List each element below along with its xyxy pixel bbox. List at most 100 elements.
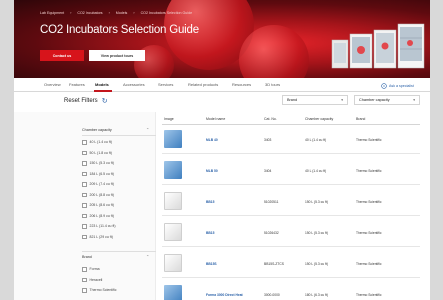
- checkbox[interactable]: [82, 150, 87, 155]
- tab-resources[interactable]: Resources: [232, 82, 251, 87]
- tab-features[interactable]: Features: [69, 82, 85, 87]
- option-label: Forma: [89, 267, 100, 272]
- facet-title-capacity[interactable]: Chamber capacity: [82, 128, 112, 132]
- checkbox[interactable]: [82, 288, 87, 293]
- capacity-option[interactable]: 206 L (8.9 cu ft): [82, 213, 114, 218]
- chevron-down-icon: ▾: [341, 98, 343, 102]
- view-product-tours-button[interactable]: View product tours: [89, 50, 145, 61]
- ask-specialist-label: Ask a specialist: [389, 84, 414, 88]
- contact-us-button[interactable]: Contact us: [40, 50, 84, 61]
- capacity-option[interactable]: 205 L (8.6 cu ft): [82, 203, 114, 208]
- product-thumbnail[interactable]: [164, 192, 182, 210]
- model-name-link[interactable]: BB15: [206, 200, 214, 204]
- capacity-option[interactable]: 40 L (1.4 cu ft): [82, 140, 112, 145]
- brand-option[interactable]: Forma: [82, 267, 100, 272]
- column-header-capacity[interactable]: Chamber capacity: [305, 117, 333, 121]
- tab-3d-tours[interactable]: 3D tours: [265, 82, 280, 87]
- breadcrumb-item-current: CO2 Incubators Selection Guide: [140, 11, 193, 15]
- capacity-option[interactable]: 209 L (7.4 cu ft): [82, 182, 114, 187]
- refresh-icon: ↻: [101, 98, 108, 105]
- checkbox[interactable]: [82, 267, 87, 272]
- brand-option[interactable]: Thermo Scientific: [82, 288, 117, 293]
- tab-accessories[interactable]: Accessories: [123, 82, 145, 87]
- tab-related-products[interactable]: Related products: [188, 82, 218, 87]
- product-thumbnail[interactable]: [164, 254, 182, 272]
- checkbox[interactable]: [82, 171, 87, 176]
- column-header-model[interactable]: Model name: [206, 117, 225, 121]
- capacity-option[interactable]: 200 L (8.8 cu ft): [82, 192, 114, 197]
- product-thumbnail[interactable]: [164, 161, 182, 179]
- tab-models[interactable]: Models: [95, 82, 109, 87]
- checkbox[interactable]: [82, 192, 87, 197]
- checkbox[interactable]: [82, 203, 87, 208]
- option-label: 223 L (11.4 cu ft): [89, 224, 116, 229]
- chamber-capacity: 180 L (6.3 cu ft): [305, 293, 328, 297]
- chamber-capacity-select[interactable]: Chamber capacity ▾: [354, 95, 420, 105]
- table-row[interactable]: BB15 51026432 150 L (5.3 cu ft) Thermo Scie…: [162, 219, 420, 247]
- section-tabs: Overview Features Models Accessories Ser…: [14, 78, 430, 92]
- brand-option[interactable]: Heracell: [82, 277, 102, 282]
- capacity-select-label: Chamber capacity: [359, 98, 390, 102]
- ask-specialist-link[interactable]: Ask a specialist: [381, 83, 414, 89]
- capacity-option[interactable]: 223 L (11.4 cu ft): [82, 224, 116, 229]
- option-label: 205 L (8.6 cu ft): [89, 203, 114, 208]
- model-name-link[interactable]: MLB 40: [206, 138, 218, 142]
- active-tab-indicator: [94, 90, 112, 92]
- table-row[interactable]: MLB 50 3404 40 L (1.4 cu ft) Thermo Scienti…: [162, 157, 420, 185]
- cat-no: BB15S-ZTCS: [264, 262, 284, 266]
- product-thumbnail[interactable]: [164, 285, 182, 300]
- column-header-cat-no[interactable]: Cat. No.: [264, 117, 277, 121]
- option-label: Thermo Scientific: [89, 288, 117, 293]
- model-name-link[interactable]: MLB 50: [206, 169, 218, 173]
- breadcrumb-item[interactable]: CO2 Incubators: [77, 11, 102, 15]
- hero-banner: Lab Equipment › CO2 Incubators › Models › C…: [14, 0, 430, 78]
- checkbox[interactable]: [82, 140, 87, 145]
- tab-services[interactable]: Services: [158, 82, 173, 87]
- facet-title-brand[interactable]: Brand: [82, 255, 92, 259]
- model-name-link[interactable]: Forma 3000 Direct Heat: [206, 293, 243, 297]
- checkbox[interactable]: [82, 234, 87, 239]
- model-name-link[interactable]: BB15S: [206, 262, 217, 266]
- brand: Thermo Scientific: [356, 293, 382, 297]
- capacity-option[interactable]: 50 L (1.8 cu ft): [82, 150, 112, 155]
- table-row[interactable]: MLB 40 3403 40 L (1.4 cu ft) Thermo Scienti…: [162, 126, 420, 154]
- table-row[interactable]: BB15S BB15S-ZTCS 150 L (5.3 cu ft) Thermo S…: [162, 250, 420, 278]
- option-label: 184 L (6.5 cu ft): [89, 171, 114, 176]
- table-row[interactable]: Forma 3000 Direct Heat 3000-0000 180 L (6.…: [162, 281, 420, 300]
- cat-no: 51020511: [264, 200, 279, 204]
- column-header-image: Image: [164, 117, 174, 121]
- cat-no: 3000-0000: [264, 293, 280, 297]
- column-header-brand[interactable]: Brand: [356, 117, 365, 121]
- chamber-capacity: 40 L (1.4 cu ft): [305, 138, 327, 142]
- product-thumbnail[interactable]: [164, 130, 182, 148]
- breadcrumb-item[interactable]: Lab Equipment: [40, 11, 64, 15]
- checkbox[interactable]: [82, 161, 87, 166]
- capacity-option[interactable]: 150 L (5.3 cu ft): [82, 161, 114, 166]
- chevron-up-icon[interactable]: ⌃: [146, 127, 149, 132]
- checkbox[interactable]: [82, 182, 87, 187]
- capacity-option[interactable]: 821 L (29 cu ft): [82, 234, 113, 239]
- tab-overview[interactable]: Overview: [44, 82, 61, 87]
- brand: Thermo Scientific: [356, 138, 382, 142]
- chamber-capacity: 40 L (1.4 cu ft): [305, 169, 327, 173]
- chamber-capacity: 150 L (5.3 cu ft): [305, 262, 328, 266]
- capacity-option[interactable]: 184 L (6.5 cu ft): [82, 171, 114, 176]
- page: Lab Equipment › CO2 Incubators › Models › C…: [14, 0, 430, 300]
- chevron-up-icon[interactable]: ⌃: [146, 254, 149, 259]
- chamber-capacity: 150 L (5.3 cu ft): [305, 231, 328, 235]
- product-thumbnail[interactable]: [164, 223, 182, 241]
- divider: [82, 135, 156, 136]
- model-name-link[interactable]: BB15: [206, 231, 214, 235]
- checkbox[interactable]: [82, 224, 87, 229]
- chamber-capacity: 150 L (5.3 cu ft): [305, 200, 328, 204]
- checkbox[interactable]: [82, 213, 87, 218]
- table-row[interactable]: BB15 51020511 150 L (5.3 cu ft) Thermo Scie…: [162, 188, 420, 216]
- brand: Thermo Scientific: [356, 231, 382, 235]
- reset-filters-button[interactable]: Reset Filters ↻: [64, 97, 108, 105]
- brand-select[interactable]: Brand ▾: [282, 95, 348, 105]
- checkbox[interactable]: [82, 277, 87, 282]
- option-label: 200 L (8.8 cu ft): [89, 192, 114, 197]
- breadcrumb-item[interactable]: Models: [116, 11, 128, 15]
- option-label: 40 L (1.4 cu ft): [89, 140, 112, 145]
- divider: [82, 251, 156, 252]
